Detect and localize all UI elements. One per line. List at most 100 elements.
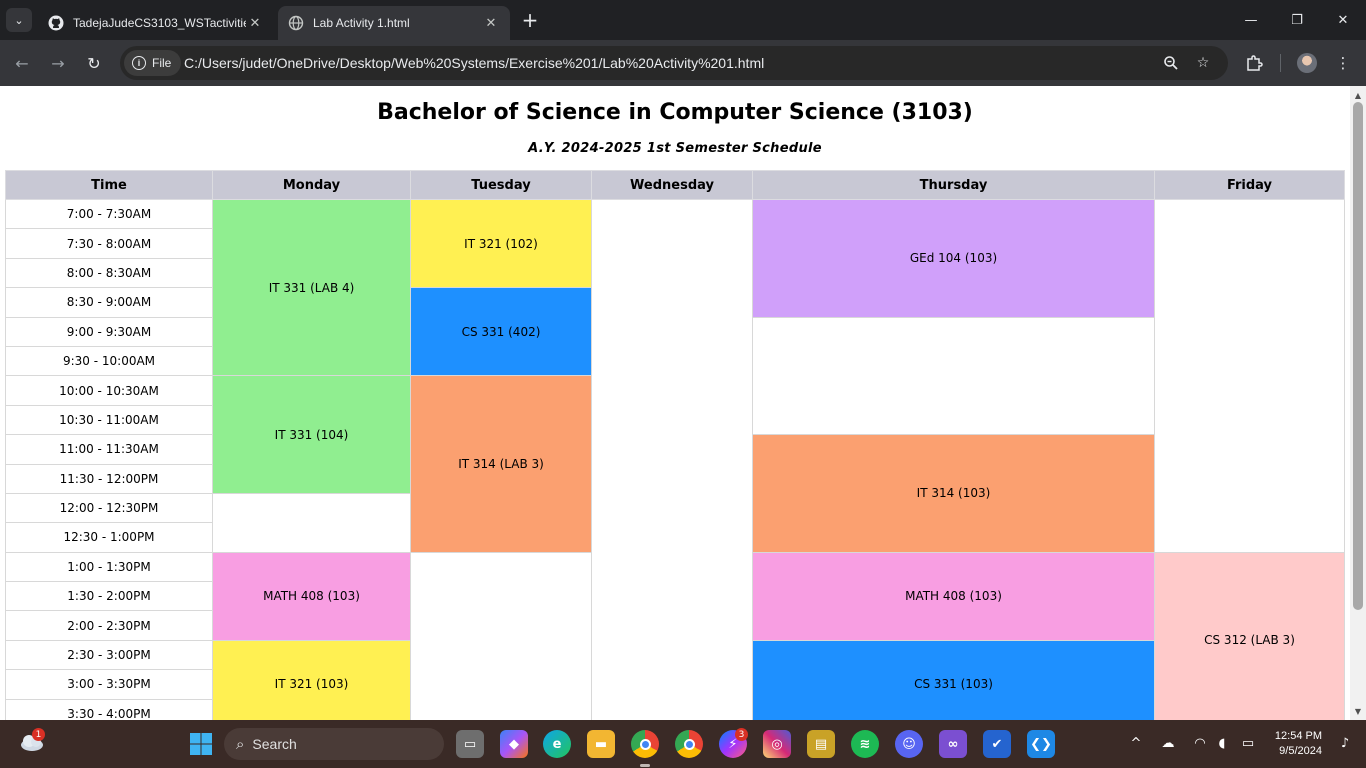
taskbar-clock[interactable]: 12:54 PM 9/5/2024 bbox=[1268, 729, 1322, 759]
vscode-icon[interactable]: ❮❯ bbox=[1027, 730, 1055, 758]
header-thursday: Thursday bbox=[752, 170, 1155, 200]
close-tab-icon[interactable]: ✕ bbox=[482, 15, 500, 31]
weather-badge: 1 bbox=[32, 728, 45, 741]
wifi-icon[interactable]: ◠ bbox=[1191, 734, 1209, 752]
taskbar-search[interactable]: ⌕ Search bbox=[224, 728, 444, 760]
scrollbar-thumb[interactable] bbox=[1353, 102, 1363, 610]
header-monday: Monday bbox=[212, 170, 411, 200]
show-hidden-icons-chevron-icon[interactable]: ^ bbox=[1127, 734, 1145, 752]
class-cell: MATH 408 (103) bbox=[752, 551, 1155, 641]
time-cell: 10:00 - 10:30AM bbox=[5, 375, 213, 406]
scroll-up-icon[interactable]: ▲ bbox=[1350, 88, 1366, 102]
chrome-icon[interactable] bbox=[631, 730, 659, 758]
class-cell: MATH 408 (103) bbox=[212, 551, 411, 641]
empty-cell bbox=[1154, 199, 1345, 553]
tab-lab-activity[interactable]: Lab Activity 1.html ✕ bbox=[278, 6, 510, 40]
search-label: Search bbox=[252, 736, 297, 752]
visual-studio-icon[interactable]: ∞ bbox=[939, 730, 967, 758]
class-cell: IT 321 (103) bbox=[212, 639, 411, 720]
page-subtitle: A.Y. 2024-2025 1st Semester Schedule bbox=[528, 141, 822, 156]
battery-icon[interactable]: ▭ bbox=[1239, 734, 1257, 752]
scroll-down-icon[interactable]: ▼ bbox=[1350, 704, 1366, 718]
url-text[interactable]: C:/Users/judet/OneDrive/Desktop/Web%20Sy… bbox=[184, 55, 764, 71]
reload-icon[interactable]: ↻ bbox=[82, 51, 106, 75]
time-cell: 1:00 - 1:30PM bbox=[5, 551, 213, 583]
time-cell: 3:30 - 4:00PM bbox=[5, 698, 213, 720]
time-cell: 12:00 - 12:30PM bbox=[5, 492, 213, 524]
taskbar: 1 ⌕ Search ▭ ◆ e ▬ ⚡ 3 ◎ ▤ ≋ ☺ ∞ ✔ ❮❯ ^ … bbox=[0, 720, 1366, 768]
task-view-icon[interactable]: ▭ bbox=[456, 730, 484, 758]
close-tab-icon[interactable]: ✕ bbox=[246, 15, 264, 31]
windows-start-icon[interactable] bbox=[187, 730, 215, 758]
toolbar-divider bbox=[1280, 54, 1281, 72]
globe-icon bbox=[288, 15, 304, 31]
time-cell: 7:30 - 8:00AM bbox=[5, 228, 213, 259]
back-arrow-icon[interactable]: ← bbox=[10, 51, 34, 75]
onedrive-cloud-icon[interactable]: ☁ bbox=[1159, 734, 1177, 752]
time-cell: 3:00 - 3:30PM bbox=[5, 669, 213, 700]
site-info-chip[interactable]: i File bbox=[124, 50, 182, 76]
time-cell: 11:30 - 12:00PM bbox=[5, 463, 213, 494]
github-icon bbox=[48, 15, 64, 31]
time-cell: 7:00 - 7:30AM bbox=[5, 198, 213, 230]
time-cell: 8:00 - 8:30AM bbox=[5, 257, 213, 289]
close-window-icon[interactable]: ✕ bbox=[1320, 0, 1366, 40]
info-icon: i bbox=[132, 56, 146, 70]
instagram-icon[interactable]: ◎ bbox=[763, 730, 791, 758]
class-cell: CS 331 (402) bbox=[410, 287, 592, 377]
browser-toolbar: ← → ↻ i File C:/Users/judet/OneDrive/Des… bbox=[0, 40, 1366, 86]
time-cell: 2:00 - 2:30PM bbox=[5, 610, 213, 641]
header-row: Time Monday Tuesday Wednesday Thursday F… bbox=[5, 170, 1345, 200]
tab-github[interactable]: TadejaJudeCS3103_WSTactivitie ✕ bbox=[38, 6, 274, 40]
schedule-table: Time Monday Tuesday Wednesday Thursday F… bbox=[5, 170, 1345, 720]
search-icon: ⌕ bbox=[236, 735, 245, 753]
page-viewport: Bachelor of Science in Computer Science … bbox=[0, 86, 1350, 720]
class-cell: IT 314 (LAB 3) bbox=[410, 375, 592, 553]
notification-bell-icon[interactable]: ♪ bbox=[1336, 734, 1354, 752]
clock-time: 12:54 PM bbox=[1274, 730, 1322, 742]
zoom-icon[interactable] bbox=[1162, 54, 1180, 72]
class-cell: IT 314 (103) bbox=[752, 434, 1155, 553]
spotify-icon[interactable]: ≋ bbox=[851, 730, 879, 758]
new-tab-button[interactable]: + bbox=[520, 9, 540, 31]
tab-search-menu-button[interactable]: ⌄ bbox=[6, 8, 32, 32]
profile-avatar[interactable] bbox=[1297, 53, 1317, 73]
class-cell: IT 321 (102) bbox=[410, 198, 592, 289]
volume-icon[interactable]: ◖ bbox=[1213, 734, 1231, 752]
chip-label: File bbox=[152, 56, 172, 70]
copilot-icon[interactable]: ◆ bbox=[500, 730, 528, 758]
class-cell: CS 331 (103) bbox=[752, 639, 1155, 720]
empty-cell bbox=[752, 316, 1155, 436]
time-cell: 11:00 - 11:30AM bbox=[5, 434, 213, 465]
header-friday: Friday bbox=[1154, 170, 1345, 200]
page-scrollbar[interactable]: ▲ ▼ bbox=[1350, 86, 1366, 720]
time-cell: 10:30 - 11:00AM bbox=[5, 404, 213, 436]
class-cell: CS 312 (LAB 3) bbox=[1154, 551, 1345, 720]
discord-icon[interactable]: ☺ bbox=[895, 730, 923, 758]
chrome-profile-icon[interactable] bbox=[675, 730, 703, 758]
time-cell: 1:30 - 2:00PM bbox=[5, 581, 213, 612]
header-tuesday: Tuesday bbox=[410, 170, 592, 200]
page-title: Bachelor of Science in Computer Science … bbox=[377, 100, 973, 125]
bookmark-star-icon[interactable]: ☆ bbox=[1194, 54, 1212, 72]
time-cell: 2:30 - 3:00PM bbox=[5, 639, 213, 671]
clock-date: 9/5/2024 bbox=[1279, 745, 1322, 757]
minimize-icon[interactable]: — bbox=[1228, 0, 1274, 40]
extensions-icon[interactable] bbox=[1243, 52, 1265, 74]
messenger-badge: 3 bbox=[735, 728, 748, 741]
edge-icon[interactable]: e bbox=[543, 730, 571, 758]
more-menu-icon[interactable]: ⋮ bbox=[1332, 52, 1354, 74]
file-explorer-icon[interactable]: ▬ bbox=[587, 730, 615, 758]
table-row: 7:00 - 7:30AM IT 331 (LAB 4) IT 321 (102… bbox=[5, 198, 1345, 720]
todo-icon[interactable]: ✔ bbox=[983, 730, 1011, 758]
winrar-icon[interactable]: ▤ bbox=[807, 730, 835, 758]
class-cell: IT 331 (LAB 4) bbox=[212, 198, 411, 377]
tab-title: TadejaJudeCS3103_WSTactivitie bbox=[73, 16, 246, 30]
class-cell: GEd 104 (103) bbox=[752, 199, 1155, 318]
forward-arrow-icon[interactable]: → bbox=[46, 51, 70, 75]
empty-cell bbox=[410, 551, 592, 720]
class-cell: IT 331 (104) bbox=[212, 375, 411, 494]
address-bar[interactable]: i File C:/Users/judet/OneDrive/Desktop/W… bbox=[120, 46, 1228, 80]
restore-icon[interactable]: ❐ bbox=[1274, 0, 1320, 40]
time-cell: 12:30 - 1:00PM bbox=[5, 522, 213, 553]
